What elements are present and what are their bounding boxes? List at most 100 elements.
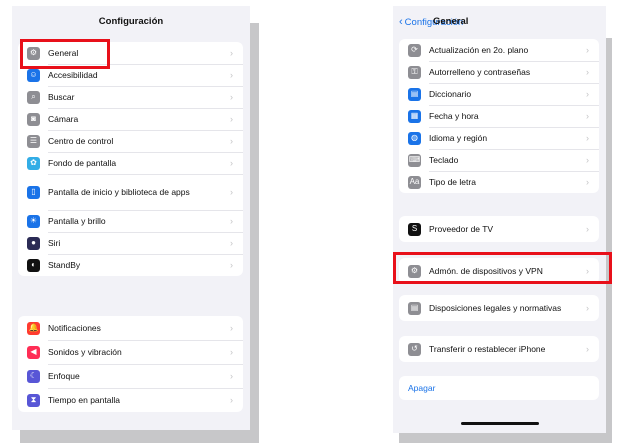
general-group-6: Apagar [399, 376, 599, 400]
page-title: General [433, 16, 469, 27]
row-label: Idioma y región [429, 132, 488, 143]
settings-row-enfoque[interactable]: ☾ Enfoque › [18, 364, 243, 388]
settings-row-standby[interactable]: ◐ StandBy › [18, 254, 243, 276]
settings-row-camara[interactable]: ◙ Cámara › [18, 108, 243, 130]
general-highlight [20, 39, 110, 69]
row-label: Actualización en 2o. plano [429, 44, 529, 55]
standby-icon: ◐ [27, 258, 40, 272]
search-icon: ⌕ [27, 90, 40, 104]
tv-provider-icon: S [408, 222, 421, 236]
settings-row-actualizacion-en-2o-plano[interactable]: ⟳ Actualización en 2o. plano › [399, 39, 599, 61]
camera-icon: ◙ [27, 112, 40, 126]
nav-bar: Configuración [12, 6, 250, 40]
row-label: Centro de control [48, 135, 114, 146]
left-screen: Configuración ⚙ General › ☺ Accesibilidad › ⌕ B… [12, 6, 250, 430]
settings-row-autorrelleno-y-contrasenas[interactable]: ⚿ Autorrelleno y contraseñas › [399, 61, 599, 83]
settings-row-fecha-y-hora[interactable]: ▦ Fecha y hora › [399, 105, 599, 127]
settings-row-proveedor-de-tv[interactable]: S Proveedor de TV › [399, 216, 599, 242]
chevron-right-icon: › [230, 216, 233, 226]
chevron-right-icon: › [586, 224, 589, 234]
settings-row-disposiciones-legales-y-normativas[interactable]: ▤ Disposiciones legales y normativas › [399, 295, 599, 321]
background-refresh-icon: ⟳ [408, 43, 421, 57]
general-group-1: ⟳ Actualización en 2o. plano › ⚿ Autorrellen… [399, 39, 599, 193]
row-label: Accesibilidad [48, 69, 98, 80]
chevron-right-icon: › [230, 347, 233, 357]
row-label: Disposiciones legales y normativas [429, 302, 562, 313]
settings-row-tiempo-en-pantalla[interactable]: ⧗ Tiempo en pantalla › [18, 388, 243, 412]
chevron-right-icon: › [230, 238, 233, 248]
settings-row-apagar[interactable]: Apagar [399, 376, 599, 400]
chevron-right-icon: › [230, 48, 233, 58]
chevron-right-icon: › [230, 260, 233, 270]
chevron-right-icon: › [586, 303, 589, 313]
legal-icon: ▤ [408, 301, 421, 315]
settings-row-transferir-o-restablecer-iphone[interactable]: ↺ Transferir o restablecer iPhone › [399, 336, 599, 362]
key-icon: ⚿ [408, 65, 421, 79]
settings-row-tipo-de-letra[interactable]: Aa Tipo de letra › [399, 171, 599, 193]
chevron-right-icon: › [230, 371, 233, 381]
row-label: Fondo de pantalla [48, 157, 117, 168]
hourglass-icon: ⧗ [27, 393, 40, 407]
globe-icon: ◍ [408, 131, 421, 145]
chevron-right-icon: › [230, 395, 233, 405]
row-label: StandBy [48, 259, 81, 270]
row-label: Sonidos y vibración [48, 346, 122, 357]
chevron-right-icon: › [586, 344, 589, 354]
chevron-right-icon: › [230, 92, 233, 102]
device-management-highlight [393, 252, 612, 284]
row-label: Pantalla de inicio y biblioteca de apps [48, 186, 190, 197]
moon-icon: ☾ [27, 369, 40, 383]
keyboard-icon: ⌨ [408, 153, 421, 167]
row-label: Cámara [48, 113, 79, 124]
chevron-right-icon: › [586, 89, 589, 99]
row-label: Buscar [48, 91, 75, 102]
brightness-icon: ☀ [27, 214, 40, 228]
chevron-right-icon: › [586, 67, 589, 77]
accessibility-icon: ☺ [27, 68, 40, 82]
bell-icon: 🔔 [27, 321, 40, 335]
settings-row-idioma-y-region[interactable]: ◍ Idioma y región › [399, 127, 599, 149]
chevron-right-icon: › [230, 323, 233, 333]
chevron-right-icon: › [230, 136, 233, 146]
chevron-right-icon: › [230, 187, 233, 197]
chevron-right-icon: › [586, 111, 589, 121]
settings-row-diccionario[interactable]: ▤ Diccionario › [399, 83, 599, 105]
settings-row-teclado[interactable]: ⌨ Teclado › [399, 149, 599, 171]
settings-group-2: 🔔 Notificaciones › ◀ Sonidos y vibración › ☾ En… [18, 316, 243, 412]
row-label: Pantalla y brillo [48, 215, 106, 226]
settings-row-siri[interactable]: ● Siri › [18, 232, 243, 254]
settings-group-1: ⚙ General › ☺ Accesibilidad › ⌕ Buscar › ◙ Cámara ›… [18, 42, 243, 276]
row-label: Fecha y hora [429, 110, 479, 121]
chevron-right-icon: › [586, 133, 589, 143]
siri-icon: ● [27, 236, 40, 250]
chevron-right-icon: › [230, 158, 233, 168]
settings-row-centro-de-control[interactable]: ☰ Centro de control › [18, 130, 243, 152]
control-center-icon: ☰ [27, 134, 40, 148]
row-label: Diccionario [429, 88, 472, 99]
row-label: Tipo de letra [429, 176, 476, 187]
book-icon: ▤ [408, 87, 421, 101]
settings-row-pantalla-y-brillo[interactable]: ☀ Pantalla y brillo › [18, 210, 243, 232]
row-label: Autorrelleno y contraseñas [429, 66, 531, 77]
home-indicator [461, 422, 539, 425]
settings-row-buscar[interactable]: ⌕ Buscar › [18, 86, 243, 108]
row-label: Enfoque [48, 370, 80, 381]
row-label: Notificaciones [48, 322, 101, 333]
general-group-4: ▤ Disposiciones legales y normativas › [399, 295, 599, 321]
nav-bar: ‹ Configuración General [393, 6, 606, 40]
wallpaper-icon: ✿ [27, 156, 40, 170]
settings-row-notificaciones[interactable]: 🔔 Notificaciones › [18, 316, 243, 340]
speaker-icon: ◀ [27, 345, 40, 359]
chevron-right-icon: › [586, 155, 589, 165]
row-label: Transferir o restablecer iPhone [429, 343, 546, 354]
settings-row-fondo-de-pantalla[interactable]: ✿ Fondo de pantalla › [18, 152, 243, 174]
general-group-2: S Proveedor de TV › [399, 216, 599, 242]
chevron-right-icon: › [230, 70, 233, 80]
font-icon: Aa [408, 175, 421, 189]
chevron-right-icon: › [586, 45, 589, 55]
page-title: Configuración [98, 16, 164, 27]
settings-row-pantalla-de-inicio-y-biblioteca-de-apps[interactable]: ▯ Pantalla de inicio y biblioteca de apps… [18, 174, 243, 210]
settings-row-sonidos-y-vibracion[interactable]: ◀ Sonidos y vibración › [18, 340, 243, 364]
row-label: Apagar [408, 383, 436, 393]
right-screen: ‹ Configuración General ⟳ Actualización en… [393, 6, 606, 433]
